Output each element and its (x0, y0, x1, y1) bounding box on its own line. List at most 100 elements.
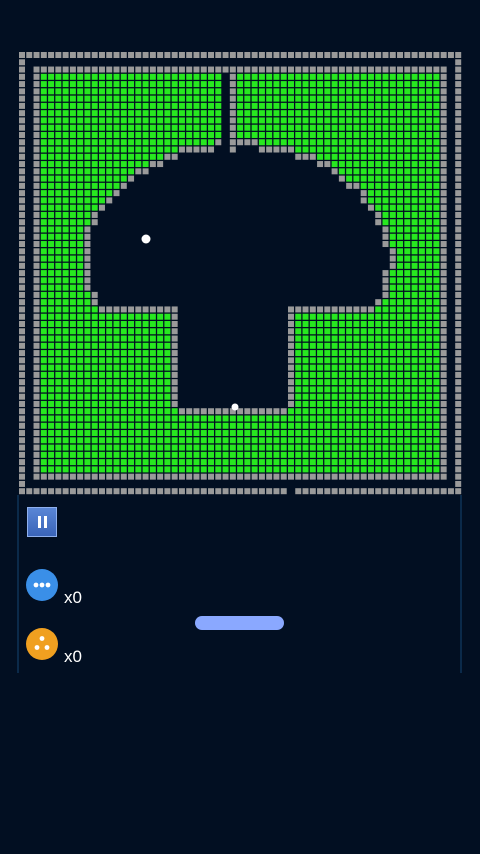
pause-button[interactable] (27, 507, 57, 537)
green-brick (346, 73, 353, 80)
green-brick (142, 102, 149, 109)
wall-brick (19, 124, 25, 131)
green-brick (62, 190, 69, 197)
green-brick (367, 168, 374, 175)
green-brick (186, 444, 193, 451)
green-brick (411, 131, 418, 138)
green-brick (55, 306, 62, 313)
wall-brick (295, 52, 302, 58)
wall-brick (33, 81, 40, 88)
green-brick (62, 408, 69, 415)
green-brick (77, 328, 84, 335)
green-brick (346, 110, 353, 117)
green-brick (55, 379, 62, 386)
wall-brick (222, 408, 229, 415)
green-brick (84, 175, 91, 182)
green-brick (375, 328, 382, 335)
green-brick (244, 124, 251, 131)
green-brick (397, 124, 404, 131)
wall-brick (440, 124, 447, 131)
green-brick (346, 95, 353, 102)
green-brick (55, 124, 62, 131)
green-brick (375, 415, 382, 422)
green-brick (433, 262, 440, 269)
green-brick (404, 81, 411, 88)
green-brick (426, 270, 433, 277)
green-brick (418, 444, 425, 451)
green-brick (77, 211, 84, 218)
green-brick (353, 102, 360, 109)
green-brick (128, 161, 135, 168)
multiball-icon[interactable] (26, 569, 58, 601)
green-brick (113, 379, 120, 386)
green-brick (302, 335, 309, 342)
green-brick (433, 102, 440, 109)
green-brick (69, 110, 76, 117)
green-brick (411, 350, 418, 357)
green-brick (164, 110, 171, 117)
green-brick (338, 437, 345, 444)
wall-brick (324, 161, 331, 168)
green-brick (411, 81, 418, 88)
green-brick (338, 328, 345, 335)
paddle[interactable] (195, 616, 284, 630)
wall-brick (33, 466, 40, 473)
wall-brick (447, 52, 454, 58)
green-brick (324, 320, 331, 327)
right-boundary-line (460, 495, 462, 673)
green-brick (69, 299, 76, 306)
wall-brick (324, 488, 331, 495)
green-brick (404, 306, 411, 313)
green-brick (157, 342, 164, 349)
green-brick (360, 320, 367, 327)
green-brick (200, 81, 207, 88)
green-brick (266, 73, 273, 80)
wall-brick (62, 473, 69, 480)
green-brick (40, 342, 47, 349)
green-brick (149, 466, 156, 473)
wall-brick (33, 284, 40, 291)
green-brick (331, 466, 338, 473)
split-ball-icon[interactable] (26, 628, 58, 660)
green-brick (91, 400, 98, 407)
green-brick (200, 422, 207, 429)
green-brick (367, 444, 374, 451)
green-brick (360, 161, 367, 168)
green-brick (69, 313, 76, 320)
wall-brick (382, 488, 389, 495)
green-brick (55, 248, 62, 255)
wall-brick (98, 52, 105, 58)
green-brick (157, 81, 164, 88)
green-brick (157, 459, 164, 466)
green-brick (164, 102, 171, 109)
green-brick (360, 168, 367, 175)
wall-brick (229, 110, 236, 117)
green-brick (128, 81, 135, 88)
green-brick (411, 306, 418, 313)
green-brick (382, 357, 389, 364)
wall-brick (367, 52, 374, 58)
green-brick (302, 102, 309, 109)
green-brick (353, 444, 360, 451)
wall-brick (338, 175, 345, 182)
wall-brick (287, 306, 294, 313)
green-brick (135, 393, 142, 400)
green-brick (302, 342, 309, 349)
green-brick (433, 197, 440, 204)
green-brick (149, 422, 156, 429)
green-brick (411, 408, 418, 415)
green-brick (346, 371, 353, 378)
wall-brick (229, 146, 236, 153)
green-brick (69, 226, 76, 233)
green-brick (411, 328, 418, 335)
green-brick (426, 364, 433, 371)
wall-brick (280, 66, 287, 73)
wall-brick (98, 473, 105, 480)
green-brick (55, 175, 62, 182)
green-brick (331, 73, 338, 80)
green-brick (55, 153, 62, 160)
green-brick (48, 291, 55, 298)
green-brick (106, 73, 113, 80)
green-brick (208, 73, 215, 80)
green-brick (411, 204, 418, 211)
